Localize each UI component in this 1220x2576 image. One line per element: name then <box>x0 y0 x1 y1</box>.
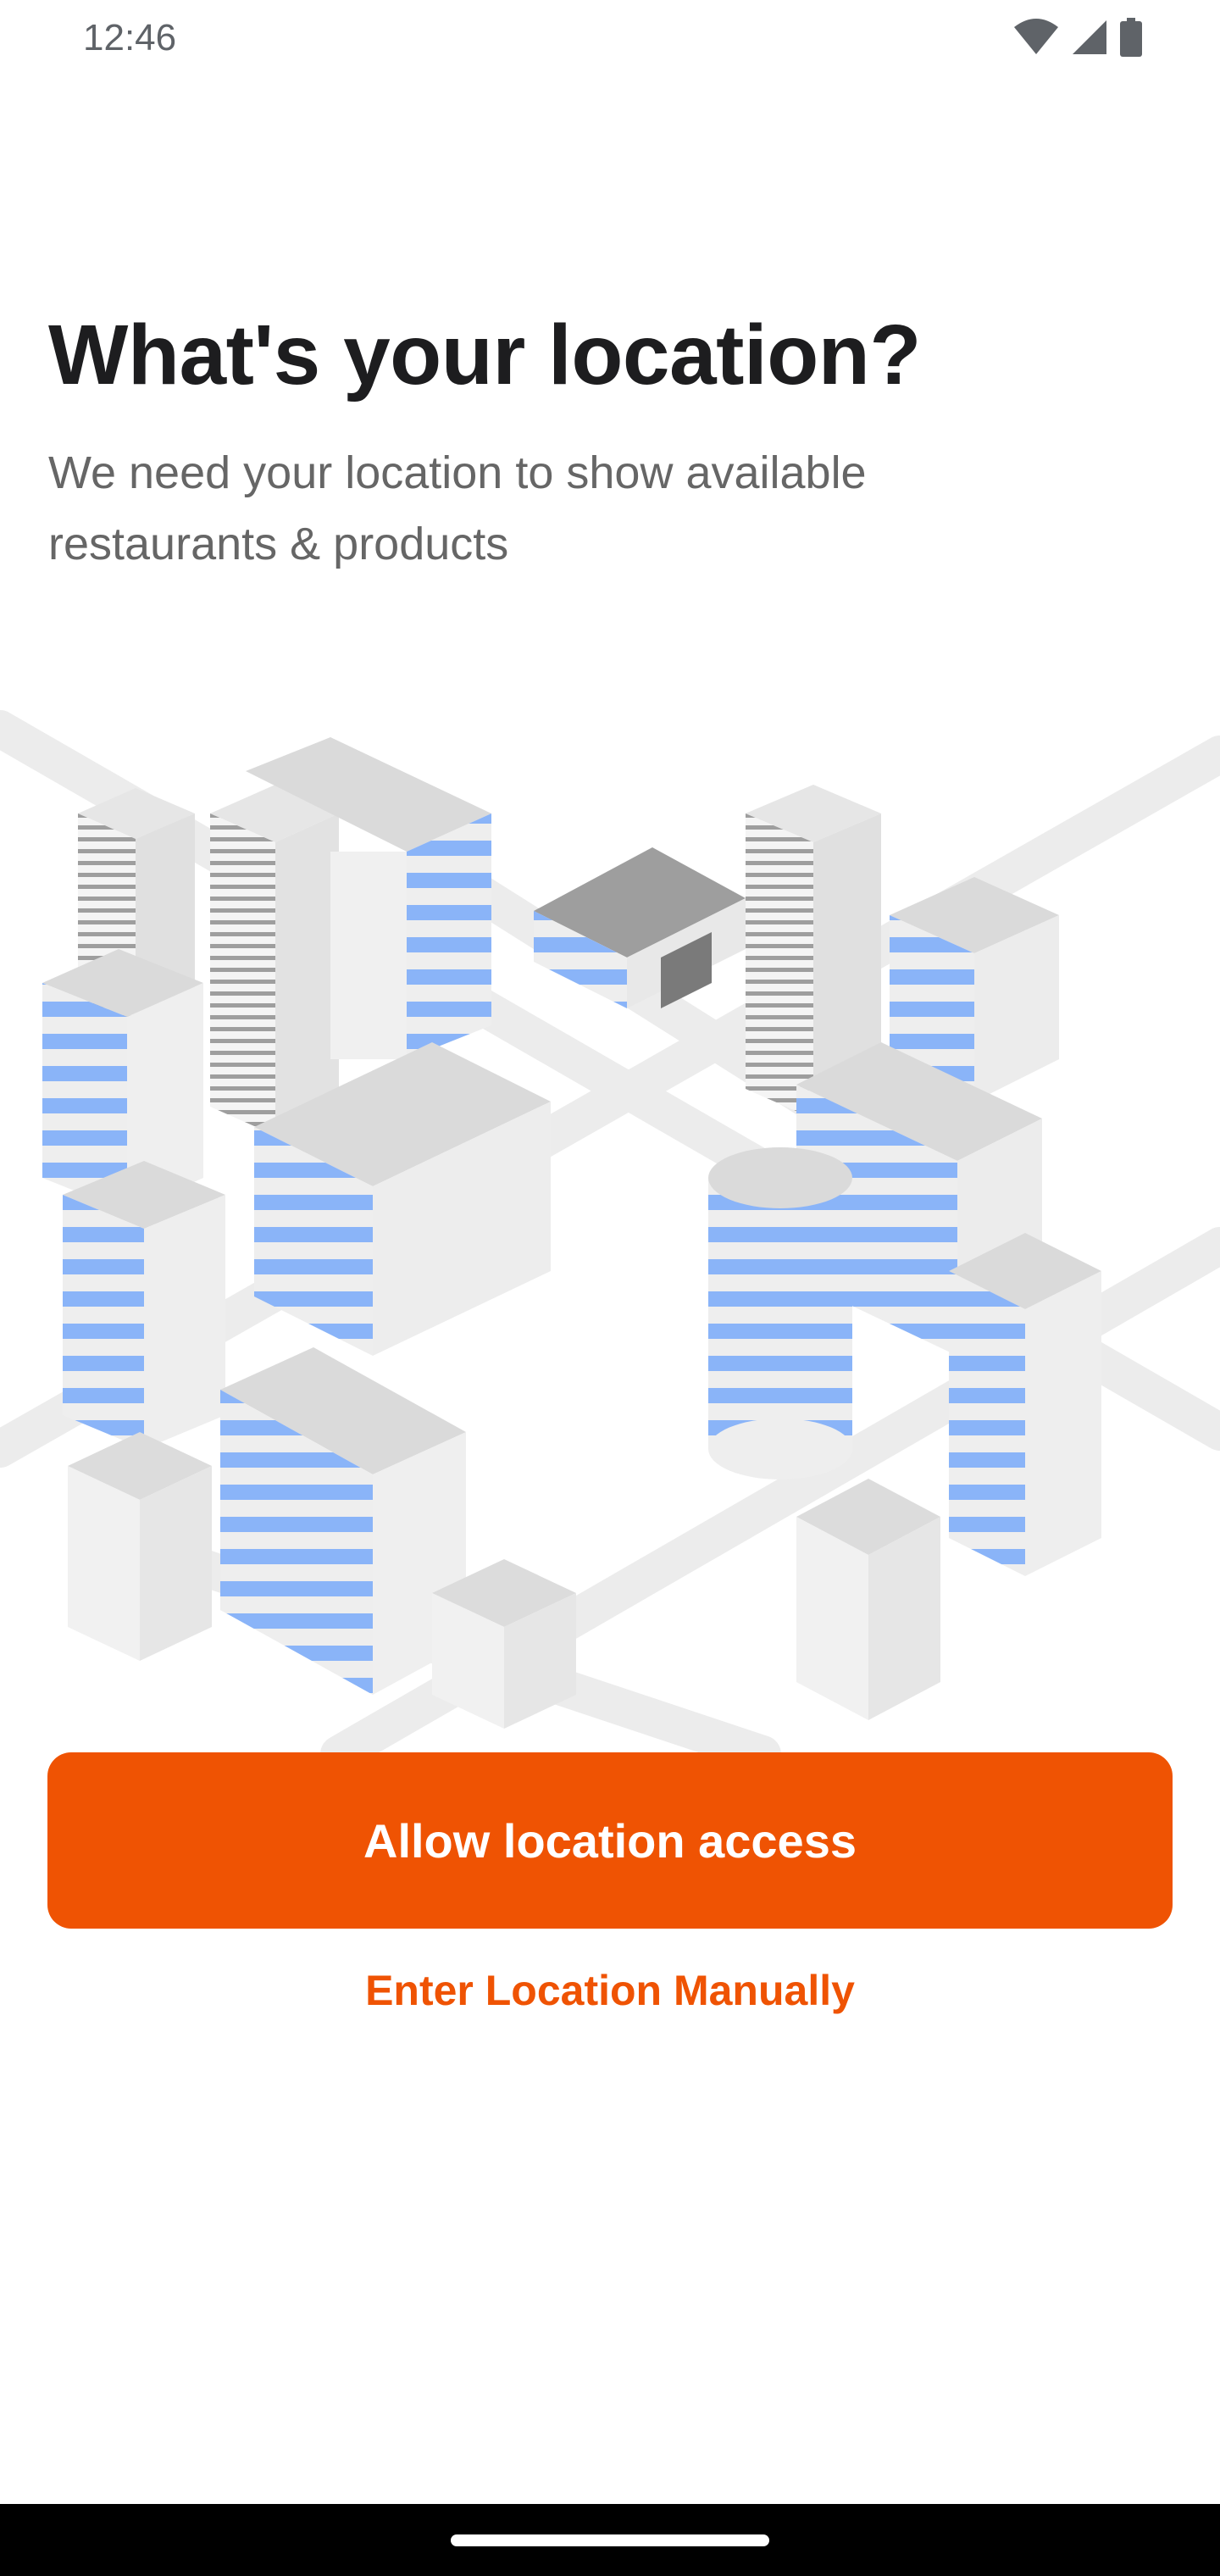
home-indicator[interactable] <box>451 2534 769 2546</box>
cellular-signal-icon <box>1073 20 1106 54</box>
status-bar: 12:46 <box>0 0 1220 76</box>
isometric-city-illustration <box>0 710 1220 1754</box>
page-subtitle: We need your location to show available … <box>48 447 867 569</box>
building-front-left <box>220 1347 466 1695</box>
wifi-icon <box>1014 19 1058 54</box>
enter-location-manually-link[interactable]: Enter Location Manually <box>0 1966 1220 2015</box>
status-icons <box>1013 17 1142 58</box>
box-front-right <box>796 1479 940 1720</box>
system-nav-bar <box>0 2504 1220 2576</box>
cylinder-tower <box>708 1147 852 1480</box>
tower-back-left-2 <box>210 785 339 1135</box>
small-box-front-left <box>68 1432 212 1661</box>
status-time: 12:46 <box>83 17 177 58</box>
museum-building <box>534 847 746 1008</box>
tower-right-stacked <box>949 1233 1101 1576</box>
battery-icon <box>1120 18 1142 57</box>
page-title: What's your location? <box>48 308 921 402</box>
allow-location-button[interactable]: Allow location access <box>47 1752 1173 1929</box>
small-box-front-center <box>432 1559 576 1729</box>
tower-left-stacked <box>63 1161 225 1449</box>
